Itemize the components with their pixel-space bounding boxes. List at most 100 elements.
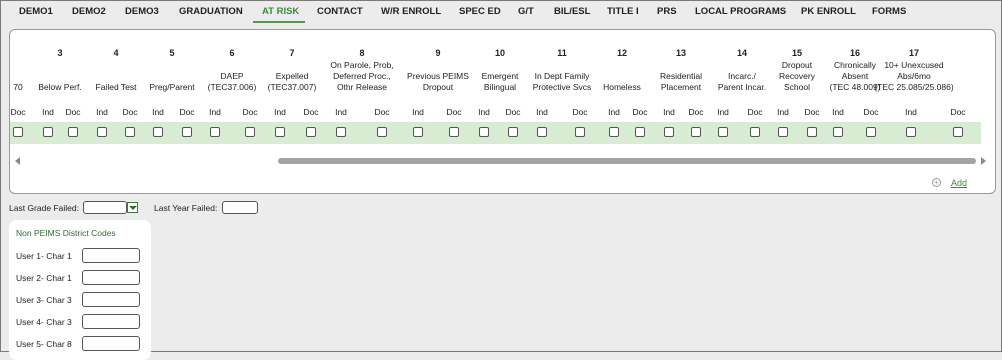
doc-subheader: Doc [505, 107, 521, 117]
tab-demo2[interactable]: DEMO2 [72, 6, 106, 17]
doc-checkbox[interactable] [807, 127, 817, 137]
ind-subheader: Ind [777, 107, 789, 117]
doc-checkbox[interactable] [508, 127, 518, 137]
ind-subheader: Ind [905, 107, 917, 117]
arrow-left-icon[interactable] [15, 157, 20, 165]
plus-circle-icon[interactable]: + [932, 178, 941, 187]
ind-checkbox[interactable] [778, 127, 788, 137]
ind-checkbox[interactable] [413, 127, 423, 137]
doc-checkbox[interactable] [182, 127, 192, 137]
doc-subheader: Doc [632, 107, 648, 117]
tab-bil-esl[interactable]: BIL/ESL [554, 6, 590, 17]
ind-subheader: Ind [663, 107, 675, 117]
doc-checkbox[interactable] [245, 127, 255, 137]
non-peims-title: Non PEIMS District Codes [16, 228, 116, 238]
ind-checkbox[interactable] [153, 127, 163, 137]
tab-g-t[interactable]: G/T [518, 6, 534, 17]
doc-subheader: Doc [242, 107, 258, 117]
tab-demo3[interactable]: DEMO3 [125, 6, 159, 17]
tab-bar: DEMO1 DEMO2 DEMO3 GRADUATION AT RISK CONTACT W… [1, 1, 1001, 25]
doc-checkbox[interactable] [125, 127, 135, 137]
arrow-right-icon[interactable] [981, 157, 986, 165]
ind-subheader: Ind [42, 107, 54, 117]
active-tab-underline [253, 21, 305, 23]
tab-forms[interactable]: FORMS [872, 6, 906, 17]
doc-checkbox[interactable] [866, 127, 876, 137]
ind-checkbox[interactable] [97, 127, 107, 137]
tab-graduation[interactable]: GRADUATION [179, 6, 243, 17]
doc-subheader: Doc [950, 107, 966, 117]
ind-subheader: Ind [209, 107, 221, 117]
ind-checkbox[interactable] [43, 127, 53, 137]
doc-subheader: Doc [688, 107, 704, 117]
user-field-label: User 4- Char 3 [16, 317, 72, 327]
tab-title-i[interactable]: TITLE I [607, 6, 639, 17]
doc-checkbox[interactable] [750, 127, 760, 137]
user-field-label: User 2- Char 1 [16, 273, 72, 283]
ind-checkbox[interactable] [275, 127, 285, 137]
non-peims-district-codes-card: Non PEIMS District Codes User 1- Char 1 U… [9, 220, 151, 360]
ind-checkbox[interactable] [210, 127, 220, 137]
doc-subheader: Doc [747, 107, 763, 117]
ind-checkbox[interactable] [718, 127, 728, 137]
user-field-input-5[interactable] [82, 336, 140, 351]
tab-at-risk[interactable]: AT RISK [262, 6, 299, 17]
ind-subheader: Ind [608, 107, 620, 117]
last-grade-failed-label: Last Grade Failed: [9, 203, 79, 213]
ind-subheader: Ind [274, 107, 286, 117]
tab-local-programs[interactable]: LOCAL PROGRAMS [695, 6, 786, 17]
user-field-label: User 1- Char 1 [16, 251, 72, 261]
ind-checkbox[interactable] [479, 127, 489, 137]
last-grade-failed-select[interactable] [83, 201, 127, 214]
tab-w-r-enroll[interactable]: W/R ENROLL [381, 6, 441, 17]
doc-checkbox[interactable] [13, 127, 23, 137]
ind-subheader: Ind [152, 107, 164, 117]
tab-spec-ed[interactable]: SPEC ED [459, 6, 501, 17]
doc-subheader: Doc [572, 107, 588, 117]
tab-prs[interactable]: PRS [657, 6, 677, 17]
doc-subheader: Doc [374, 107, 390, 117]
doc-checkbox[interactable] [377, 127, 387, 137]
column-header-label: Expelled (TEC37.007) [267, 71, 317, 92]
last-year-failed-label: Last Year Failed: [154, 203, 218, 213]
tab-contact[interactable]: CONTACT [317, 6, 363, 17]
ind-checkbox[interactable] [336, 127, 346, 137]
ind-subheader: Ind [717, 107, 729, 117]
ind-checkbox[interactable] [906, 127, 916, 137]
ind-subheader: Ind [412, 107, 424, 117]
user-field-input-4[interactable] [82, 314, 140, 329]
doc-subheader: Doc [65, 107, 81, 117]
ind-checkbox[interactable] [609, 127, 619, 137]
doc-subheader: Doc [804, 107, 820, 117]
ind-checkbox[interactable] [664, 127, 674, 137]
doc-checkbox[interactable] [635, 127, 645, 137]
ind-checkbox[interactable] [537, 127, 547, 137]
user-field-label: User 5- Char 8 [16, 339, 72, 349]
ind-checkbox[interactable] [833, 127, 843, 137]
column-header: 10+ Unexcused Abs/6mo (TEC 25.085/25.086… [868, 57, 960, 93]
user-field-input-3[interactable] [82, 292, 140, 307]
last-year-failed-input[interactable] [222, 201, 258, 214]
doc-checkbox[interactable] [575, 127, 585, 137]
doc-checkbox[interactable] [449, 127, 459, 137]
doc-subheader: Doc [179, 107, 195, 117]
add-link[interactable]: Add [951, 178, 967, 188]
ind-subheader: Ind [96, 107, 108, 117]
doc-checkbox[interactable] [953, 127, 963, 137]
user-field-input-2[interactable] [82, 270, 140, 285]
doc-checkbox[interactable] [691, 127, 701, 137]
doc-subheader: Doc [303, 107, 319, 117]
chevron-down-icon[interactable] [127, 202, 138, 213]
doc-subheader: Doc [863, 107, 879, 117]
doc-checkbox[interactable] [68, 127, 78, 137]
doc-subheader: Doc [446, 107, 462, 117]
user-field-input-1[interactable] [82, 248, 140, 263]
column-header-label: On Parole, Prob, Deferred Proc., Othr Re… [330, 60, 394, 92]
tab-demo1[interactable]: DEMO1 [19, 6, 53, 17]
column-header-label: Emergent Bilingual [481, 71, 519, 92]
at-risk-grid-panel: 70 Doc 3 Below Perf. Ind Doc 4 Failed Test Ind Do… [9, 29, 996, 194]
column-header-label: 10+ Unexcused Abs/6mo (TEC 25.085/25.086… [874, 60, 954, 92]
tab-pk-enroll[interactable]: PK ENROLL [801, 6, 856, 17]
doc-checkbox[interactable] [306, 127, 316, 137]
horizontal-scrollbar[interactable] [278, 158, 976, 164]
